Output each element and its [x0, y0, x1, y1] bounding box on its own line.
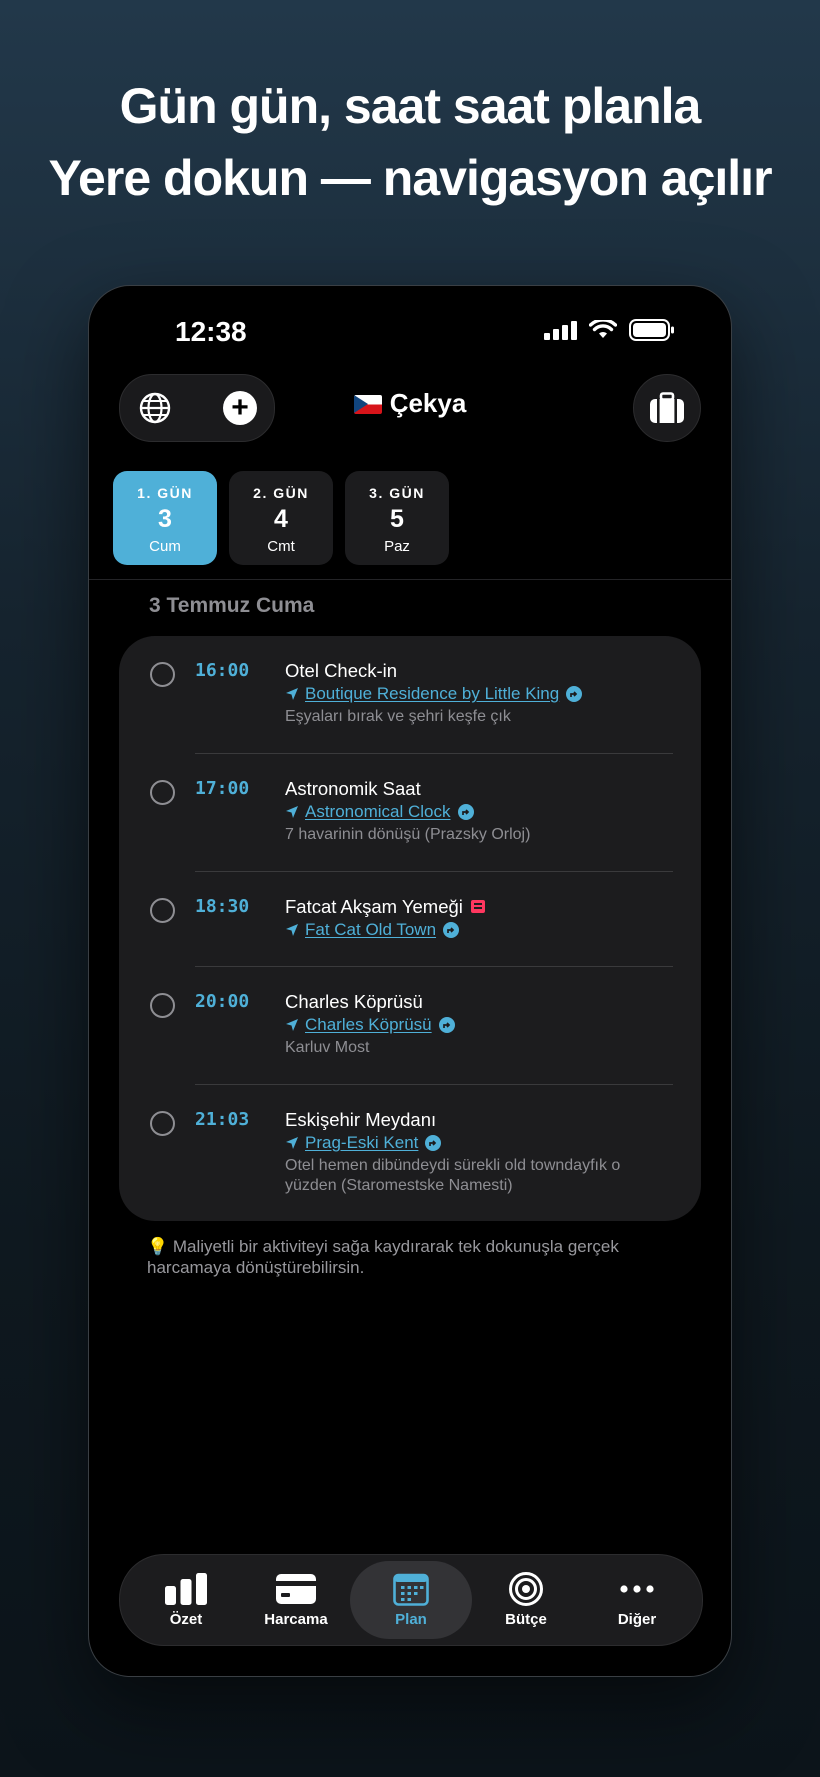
item-note: 7 havarinin dönüşü (Prazsky Orloj) [285, 826, 531, 843]
tab-label: Plan [395, 1611, 427, 1628]
bar-chart-icon [165, 1573, 207, 1605]
tab-ozet[interactable]: Özet [125, 1561, 247, 1639]
nav-row: + Çekya [89, 374, 731, 442]
item-title: Charles Köprüsü [285, 991, 423, 1012]
day-tab-1[interactable]: 1. GÜN 3 Cum [113, 471, 217, 565]
headline-line-2: Yere dokun — navigasyon açılır [48, 150, 772, 206]
item-title: Astronomik Saat [285, 778, 421, 799]
signal-icon [544, 320, 577, 340]
item-time: 18:30 [195, 896, 250, 917]
receipt-badge-icon [470, 900, 485, 913]
item-time: 20:00 [195, 991, 250, 1012]
item-location[interactable]: Boutique Residence by Little King [285, 684, 583, 704]
czech-flag-icon [353, 395, 382, 414]
tab-label: Bütçe [505, 1611, 547, 1628]
navigate-icon[interactable] [438, 1017, 455, 1033]
day-label: 2. GÜN [253, 485, 309, 501]
tab-label: Harcama [264, 1611, 328, 1628]
item-location[interactable]: Fat Cat Old Town [285, 920, 460, 940]
location-link[interactable]: Prag-Eski Kent [305, 1133, 418, 1153]
checkbox[interactable] [150, 780, 175, 805]
checkbox[interactable] [150, 1111, 175, 1136]
item-location[interactable]: Charles Köprüsü [285, 1015, 455, 1035]
plan-item[interactable]: 21:03 Eskişehir Meydanı Prag-Eski Kent O… [119, 1085, 701, 1221]
phone-frame: 12:38 + Çekya 1. GÜN 3 Cum 2. GÜN 4 Cmt … [88, 285, 732, 1677]
plan-item[interactable]: 17:00 Astronomik Saat Astronomical Clock… [119, 754, 701, 872]
day-weekday: Cmt [267, 538, 295, 555]
day-weekday: Paz [384, 538, 410, 555]
status-time: 12:38 [175, 316, 247, 347]
item-location[interactable]: Prag-Eski Kent [285, 1133, 442, 1153]
day-date: 3 [158, 505, 172, 533]
location-arrow-icon [286, 1137, 298, 1149]
tab-diger[interactable]: Diğer [576, 1561, 698, 1639]
country-name: Çekya [389, 388, 467, 418]
swipe-tip: 💡 Maliyetli bir aktiviteyi sağa kaydırar… [147, 1237, 619, 1277]
item-time: 21:03 [195, 1109, 250, 1130]
item-title: Eskişehir Meydanı [285, 1109, 437, 1130]
item-time: 16:00 [195, 660, 250, 681]
tab-label: Diğer [617, 1611, 657, 1628]
luggage-icon [650, 392, 684, 423]
target-icon [509, 1572, 543, 1606]
headline: Gün gün, saat saat planla Yere dokun — n… [0, 70, 820, 214]
day-selector: 1. GÜN 3 Cum 2. GÜN 4 Cmt 3. GÜN 5 Paz [113, 471, 449, 565]
day-tab-3[interactable]: 3. GÜN 5 Paz [345, 471, 449, 565]
navigate-icon[interactable] [457, 804, 474, 820]
calendar-icon [393, 1573, 429, 1606]
divider [89, 579, 731, 580]
item-note: Eşyaları bırak ve şehri keşfe çık [285, 708, 511, 725]
plan-item[interactable]: 16:00 Otel Check-in Boutique Residence b… [119, 636, 701, 754]
status-bar: 12:38 [89, 286, 731, 376]
tab-butce[interactable]: Bütçe [465, 1561, 587, 1639]
day-label: 3. GÜN [369, 485, 425, 501]
tab-plan[interactable]: Plan [350, 1561, 472, 1639]
item-time: 17:00 [195, 778, 250, 799]
day-date: 5 [390, 505, 404, 533]
item-location[interactable]: Astronomical Clock [285, 802, 474, 822]
checkbox[interactable] [150, 993, 175, 1018]
tab-label: Özet [169, 1611, 203, 1628]
plan-item[interactable]: 18:30 Fatcat Akşam Yemeği Fat Cat Old To… [119, 872, 701, 967]
location-link[interactable]: Fat Cat Old Town [305, 920, 436, 940]
location-link[interactable]: Charles Köprüsü [305, 1015, 432, 1035]
location-arrow-icon [286, 1019, 298, 1031]
tab-bar: Özet Harcama Plan Bütçe Diğer [119, 1554, 703, 1646]
day-weekday: Cum [149, 538, 181, 555]
wifi-icon [589, 320, 617, 338]
checkbox[interactable] [150, 662, 175, 687]
plan-item[interactable]: 20:00 Charles Köprüsü Charles Köprüsü Ka… [119, 967, 701, 1085]
navigate-icon[interactable] [443, 922, 460, 938]
location-arrow-icon [286, 688, 298, 700]
headline-line-1: Gün gün, saat saat planla [119, 78, 702, 134]
location-link[interactable]: Astronomical Clock [305, 802, 451, 822]
more-icon [620, 1585, 654, 1593]
navigate-icon[interactable] [425, 1135, 442, 1151]
location-arrow-icon [286, 924, 298, 936]
day-label: 1. GÜN [137, 485, 193, 501]
date-heading: 3 Temmuz Cuma [149, 594, 315, 617]
tab-harcama[interactable]: Harcama [235, 1561, 357, 1639]
navigate-icon[interactable] [566, 686, 583, 702]
item-note: Karluv Most [285, 1039, 370, 1056]
item-title: Fatcat Akşam Yemeği [285, 896, 463, 917]
item-title-wrap: Fatcat Akşam Yemeği [285, 896, 485, 918]
checkbox[interactable] [150, 898, 175, 923]
plan-card: 16:00 Otel Check-in Boutique Residence b… [119, 636, 701, 1221]
item-note: Otel hemen dibündeydi sürekli old townda… [285, 1157, 621, 1194]
day-date: 4 [274, 505, 288, 533]
item-title: Otel Check-in [285, 660, 398, 681]
location-link[interactable]: Boutique Residence by Little King [305, 684, 559, 704]
battery-icon [629, 319, 674, 341]
location-arrow-icon [286, 806, 298, 818]
day-tab-2[interactable]: 2. GÜN 4 Cmt [229, 471, 333, 565]
card-icon [276, 1574, 316, 1604]
luggage-button[interactable] [633, 374, 701, 442]
